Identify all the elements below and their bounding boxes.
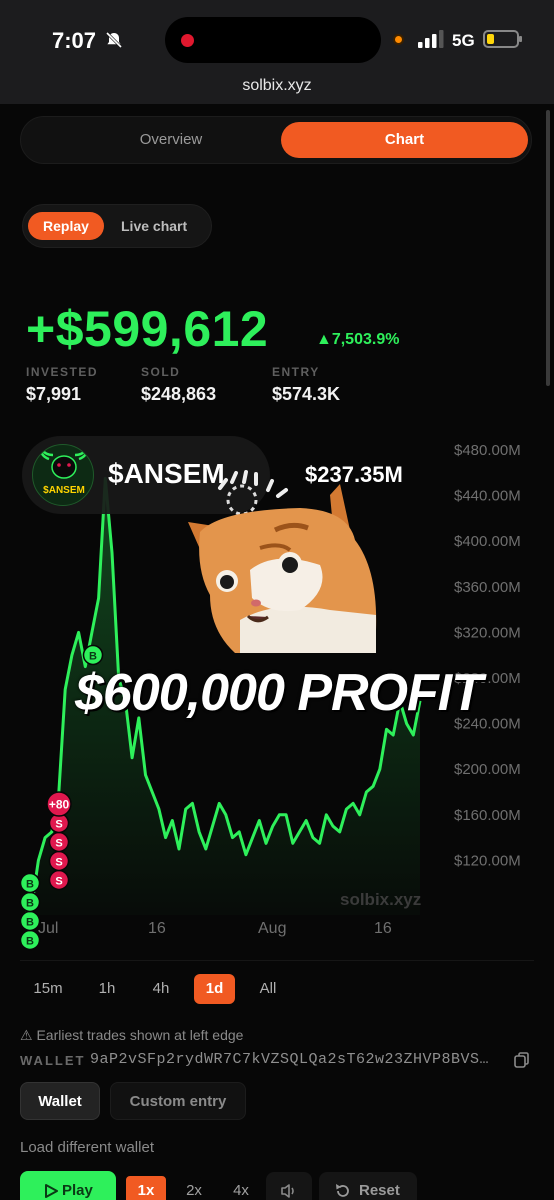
timeframe-all[interactable]: All [252,976,284,1002]
play-label: Play [62,1182,93,1199]
view-toggle: Overview Chart [20,116,532,164]
speed-2x[interactable]: 2x [176,1176,212,1200]
tab-chart[interactable]: Chart [281,122,528,158]
reset-label: Reset [359,1182,400,1199]
wallet-label: WALLET [20,1053,86,1068]
buy-marker[interactable]: B [19,891,41,913]
buy-marker[interactable]: B [82,644,104,666]
timeframe-4h[interactable]: 4h [145,976,177,1002]
token-logo-text: $ANSEM [43,485,85,496]
sold-label: SOLD [141,365,181,379]
marker-label: S [55,838,62,850]
y-axis-tick-label: $360.00M [454,579,521,596]
tab-replay[interactable]: Replay [28,212,104,240]
y-axis-tick-label: $440.00M [454,488,521,505]
bull-icon [39,446,89,479]
y-axis-tick-label: $480.00M [454,442,521,459]
sell-marker[interactable]: S [48,869,70,891]
sell-marker[interactable]: S [48,831,70,853]
y-axis-tick-label: $200.00M [454,761,521,778]
y-axis-tick-label: $160.00M [454,807,521,824]
sound-button[interactable] [266,1172,312,1200]
privacy-indicator-icon [393,34,404,45]
y-axis-tick-label: $320.00M [454,624,521,641]
network-type: 5G [452,31,475,50]
x-axis-tick-label: Jul [38,920,58,937]
marker-label: B [26,936,34,948]
x-axis-tick-label: 16 [148,920,166,937]
buy-marker[interactable]: B [19,910,41,932]
status-bar: 7:07 5G solbix.xyz [0,0,554,104]
y-axis-tick-label: $400.00M [454,533,521,550]
play-button[interactable]: Play [20,1171,116,1200]
speed-1x[interactable]: 1x [126,1176,166,1200]
chart-watermark: solbix.xyz [340,890,422,909]
battery-icon [483,30,522,48]
y-axis-tick-label: $120.00M [454,852,521,869]
recording-indicator-icon [181,34,194,47]
invested-value: $7,991 [26,384,82,404]
play-icon [45,1184,58,1198]
tab-live-chart[interactable]: Live chart [121,212,187,240]
marker-label: B [26,917,34,929]
loading-spinner-icon [218,470,288,516]
sell-marker[interactable]: +80 [46,791,72,817]
x-axis-tick-label: 16 [374,920,392,937]
wallet-tab[interactable]: Wallet [20,1082,100,1120]
divider [20,960,534,961]
marker-label: B [89,651,97,663]
timeframe-1d[interactable]: 1d [194,974,235,1004]
address-bar-url[interactable]: solbix.xyz [0,77,554,95]
load-wallet-link[interactable]: Load different wallet [20,1139,154,1156]
timeframe-1h[interactable]: 1h [92,976,122,1002]
speed-4x[interactable]: 4x [223,1176,259,1200]
entry-value: $574.3K [272,384,341,404]
earliest-trades-note: ⚠ Earliest trades shown at left edge [20,1027,244,1043]
reset-button[interactable]: Reset [319,1172,417,1200]
marker-label: S [55,857,62,869]
bell-muted-icon [105,31,123,49]
profit-percent: ▲7,503.9% [316,331,400,348]
chart-mode-toggle: Replay Live chart [22,204,212,248]
reset-icon [336,1184,349,1197]
buy-marker[interactable]: B [19,872,41,894]
entry-label: ENTRY [272,365,320,379]
scrollbar[interactable] [546,110,550,386]
invested-label: INVESTED [26,365,99,379]
tab-overview[interactable]: Overview [45,120,297,160]
sold-value: $248,863 [141,384,217,404]
token-logo: $ANSEM [32,444,94,506]
buy-marker[interactable]: B [19,929,41,951]
marker-label: B [26,879,34,891]
status-time: 7:07 [52,28,97,53]
sell-marker[interactable]: S [48,850,70,872]
cellular-signal-icon [418,30,444,48]
wallet-address[interactable]: 9aP2vSFp2rydWR7C7kVZSQLQa2sT62w23ZHVP8BV… [90,1051,502,1068]
dynamic-island [165,17,381,63]
overlay-caption: $600,000 PROFIT [75,664,483,722]
marker-label: S [55,876,62,888]
custom-entry-tab[interactable]: Custom entry [110,1082,246,1120]
marker-label: +80 [49,798,70,812]
cat-sticker-image [188,470,377,653]
speaker-icon [281,1184,294,1198]
profit-amount: +$599,612 [26,301,269,357]
marker-label: S [55,819,62,831]
copy-icon[interactable] [514,1052,530,1068]
x-axis-tick-label: Aug [258,920,286,937]
timeframe-15m[interactable]: 15m [28,976,68,1002]
marker-label: B [26,898,34,910]
